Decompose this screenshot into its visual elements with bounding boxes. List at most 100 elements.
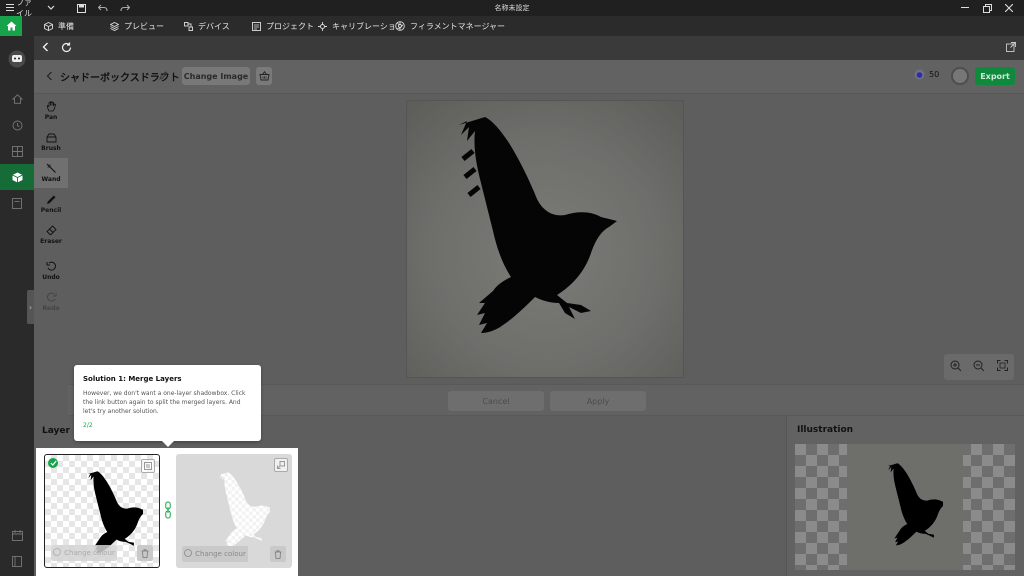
main-tab-bar: 準備 プレビュー デバイス プロジェクト キャリブレーション フィラメントマネー…	[0, 16, 1024, 36]
sidebar-collapse-handle[interactable]: ›	[27, 290, 34, 324]
credit-count: 50	[929, 70, 940, 79]
close-icon[interactable]	[1000, 0, 1018, 16]
tool-wand[interactable]: Wand	[34, 158, 68, 188]
layer-options-icon[interactable]	[141, 459, 155, 473]
export-button[interactable]: Export	[975, 67, 1015, 85]
redo-icon	[46, 292, 56, 302]
shadowbox-icon	[11, 172, 23, 182]
tab-prepare[interactable]: 準備	[44, 16, 74, 36]
layer-cards-highlight: Change colour Change colour	[36, 448, 298, 576]
palette-icon	[184, 549, 193, 559]
layers-icon	[110, 21, 119, 31]
chevron-down-icon[interactable]	[44, 1, 58, 15]
layer-card[interactable]: Change colour	[176, 454, 292, 568]
refresh-icon[interactable]	[61, 42, 72, 56]
tool-label: Pencil	[40, 207, 62, 214]
tab-label: 準備	[58, 21, 74, 31]
layer-card[interactable]: Change colour	[44, 454, 160, 568]
credit-balance[interactable]: 50	[914, 69, 939, 80]
sidebar-avatar[interactable]	[0, 46, 34, 72]
device-icon	[184, 21, 193, 31]
tab-preview[interactable]: プレビュー	[110, 16, 164, 36]
edit-pencil-icon[interactable]	[159, 70, 168, 83]
back-arrow-icon[interactable]	[41, 42, 51, 55]
sidebar-item-shadowbox[interactable]	[0, 164, 34, 190]
illustration-bird	[887, 463, 943, 546]
external-link-icon[interactable]	[1006, 42, 1016, 55]
redo-title-icon[interactable]	[118, 1, 132, 15]
trash-icon	[274, 549, 282, 559]
zoom-in-icon[interactable]	[950, 360, 962, 375]
tool-undo[interactable]: Undo	[34, 256, 68, 286]
change-image-button[interactable]: Change Image	[182, 67, 250, 85]
change-colour-label: Change colour	[195, 550, 246, 558]
tab-project[interactable]: プロジェクト	[252, 16, 314, 36]
tab-device[interactable]: デバイス	[184, 16, 230, 36]
tooltip-body: However, we don't want a one-layer shado…	[83, 390, 246, 415]
document-icon	[12, 197, 22, 209]
tool-label: Pan	[44, 114, 58, 121]
change-colour-button[interactable]: Change colour	[182, 546, 248, 562]
image-canvas[interactable]	[406, 100, 684, 378]
save-icon[interactable]	[74, 1, 88, 15]
calibration-icon	[318, 21, 327, 31]
undo-title-icon[interactable]	[96, 1, 110, 15]
robot-avatar-icon	[8, 50, 26, 68]
tab-calibration[interactable]: キャリブレーション	[318, 16, 404, 36]
sidebar-item-home[interactable]	[0, 86, 34, 112]
tutorial-tooltip: Solution 1: Merge Layers However, we don…	[74, 365, 261, 447]
tab-label: デバイス	[198, 21, 230, 31]
tool-eraser[interactable]: Eraser	[34, 220, 68, 250]
change-colour-button[interactable]: Change colour	[51, 545, 117, 561]
home-button[interactable]	[0, 16, 22, 36]
home-icon	[6, 21, 16, 31]
restore-icon[interactable]	[978, 0, 996, 16]
sidebar-item-calendar[interactable]	[0, 522, 34, 548]
calendar-icon	[11, 529, 23, 541]
wand-icon	[46, 163, 56, 173]
change-colour-label: Change colour	[64, 549, 115, 557]
cancel-button[interactable]: Cancel	[448, 391, 544, 411]
eraser-icon	[45, 225, 57, 235]
tool-label: Eraser	[40, 238, 62, 245]
sidebar-item-saved[interactable]	[0, 190, 34, 216]
apply-button[interactable]: Apply	[550, 391, 646, 411]
minimize-icon[interactable]	[956, 0, 974, 16]
delete-layer-button[interactable]	[137, 545, 153, 561]
zoom-controls	[944, 354, 1014, 380]
sidebar-item-history[interactable]	[0, 112, 34, 138]
illustration-preview	[795, 444, 1015, 570]
tab-label: フィラメントマネージャー	[410, 21, 506, 31]
tool-pan[interactable]: Pan	[34, 96, 68, 126]
shop-button[interactable]	[256, 67, 272, 85]
palette-icon	[53, 548, 62, 558]
link-layers-button[interactable]	[164, 500, 172, 520]
sidebar-item-book[interactable]	[0, 548, 34, 574]
brush-icon	[46, 133, 56, 143]
undo-icon	[46, 261, 56, 271]
tab-label: プロジェクト	[266, 21, 314, 31]
left-sidebar: ›	[0, 36, 34, 576]
illustration-heading: Illustration	[797, 425, 854, 435]
delete-layer-button[interactable]	[270, 546, 286, 562]
tool-palette: Pan Brush Wand Pencil Eraser Undo Redo	[34, 94, 68, 384]
chevron-left-icon[interactable]	[46, 71, 53, 84]
browser-nav-row	[34, 36, 1024, 60]
user-avatar[interactable]	[951, 67, 969, 85]
fit-screen-icon[interactable]	[997, 360, 1009, 374]
grid-icon	[11, 145, 23, 157]
tab-filament-manager[interactable]: フィラメントマネージャー	[395, 16, 505, 36]
tooltip-title: Solution 1: Merge Layers	[83, 375, 182, 383]
bird-silhouette	[459, 117, 617, 333]
tool-brush[interactable]: Brush	[34, 127, 68, 157]
tool-redo[interactable]: Redo	[34, 287, 68, 317]
layer-options-icon[interactable]	[274, 458, 288, 472]
hand-icon	[46, 101, 56, 112]
credit-gem-icon	[914, 69, 925, 80]
canvas-area	[68, 94, 1024, 384]
tool-pencil[interactable]: Pencil	[34, 189, 68, 219]
zoom-out-icon[interactable]	[973, 360, 985, 375]
tool-label: Redo	[42, 305, 60, 312]
clock-icon	[12, 120, 22, 130]
sidebar-item-models[interactable]	[0, 138, 34, 164]
